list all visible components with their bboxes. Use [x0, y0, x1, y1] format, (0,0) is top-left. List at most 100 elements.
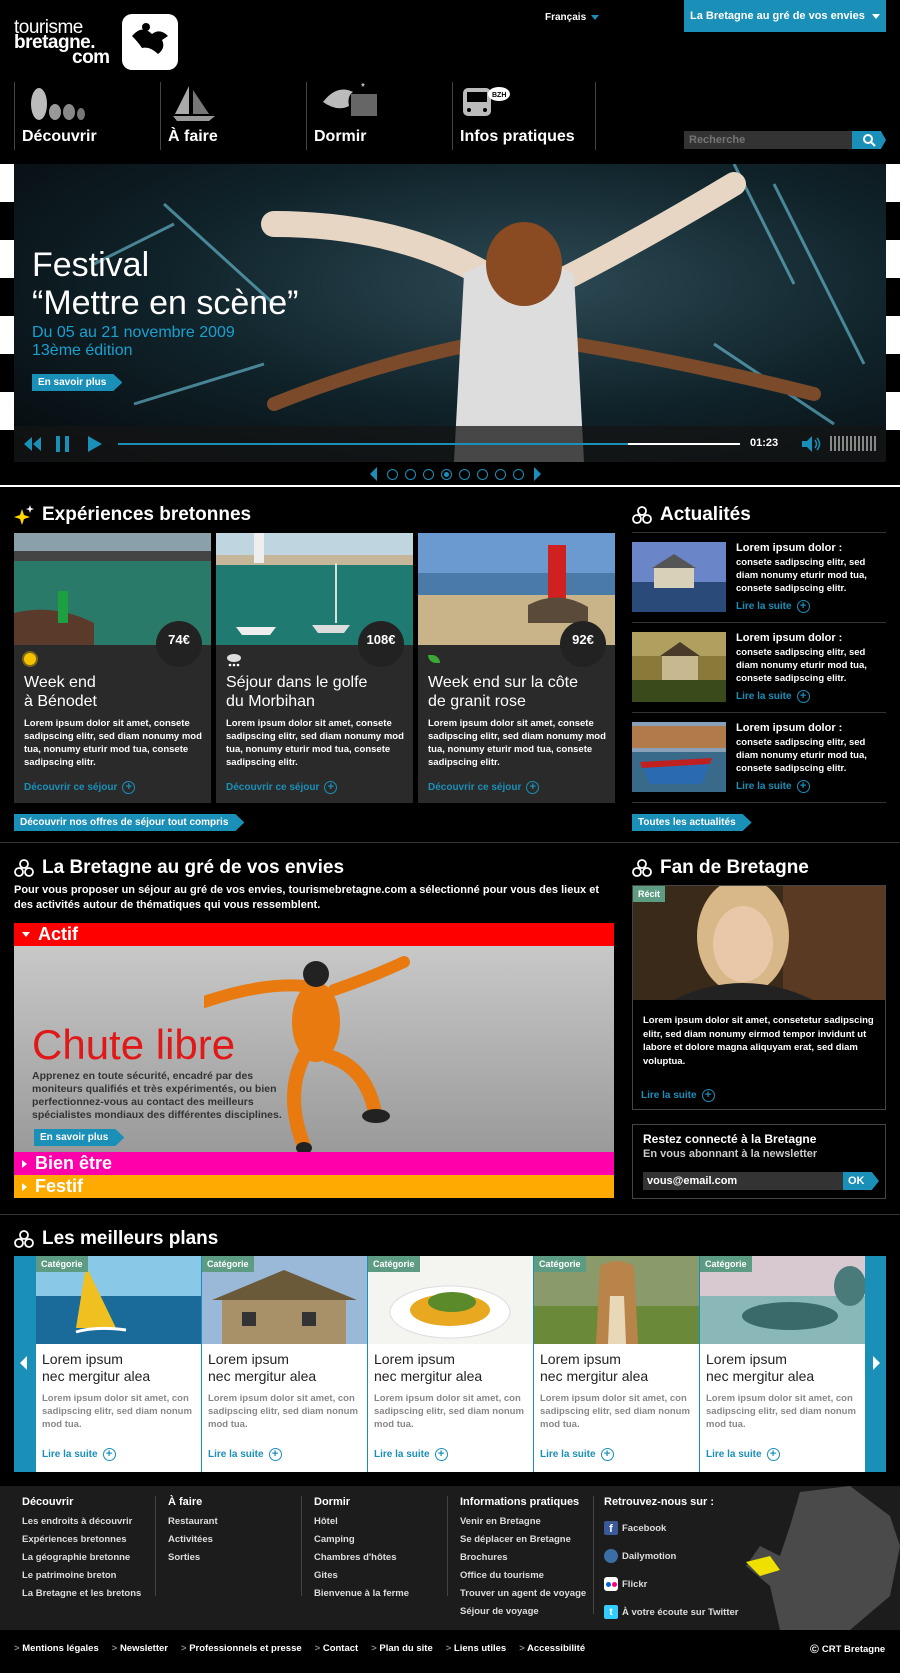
volume-icon[interactable] — [802, 436, 822, 455]
news-photo-castle — [632, 542, 726, 612]
footer-link[interactable]: La géographie bretonne — [22, 1552, 155, 1563]
experience-card[interactable]: 74€ Week end à Bénodet Lorem ipsum dolor… — [14, 533, 211, 803]
chevron-down-icon — [872, 13, 880, 19]
slide-dot[interactable] — [513, 468, 524, 480]
plan-title-2: nec mergitur alea — [208, 1368, 317, 1384]
news-item[interactable]: Lorem ipsum dolor : consete sadipscing e… — [632, 722, 886, 802]
nav-item-infos[interactable]: BZH Infos pratiques — [452, 82, 596, 150]
experience-card[interactable]: 92€ Week end sur la côte de granit rose … — [418, 533, 615, 803]
footer-link[interactable]: Hôtel — [314, 1516, 447, 1527]
plan-card[interactable]: Catégorie Lorem ipsum nec mergitur alea … — [534, 1256, 699, 1472]
footer-link[interactable]: Gites — [314, 1570, 447, 1581]
fan-card[interactable]: Récit Lorem ipsum dolor sit amet, conset… — [632, 878, 886, 1110]
plan-link[interactable]: Lire la suite + — [540, 1448, 614, 1461]
fan-link[interactable]: Lire la suite + — [641, 1089, 715, 1102]
footer-link[interactable]: La Bretagne et les bretons — [22, 1588, 155, 1599]
card-link[interactable]: Découvrir ce séjour + — [428, 781, 540, 794]
news-link[interactable]: Lire la suite + — [736, 780, 810, 793]
bottom-link-label: Contact — [322, 1643, 359, 1654]
tab-bien-etre[interactable]: Bien être — [14, 1152, 614, 1175]
newsletter-ok-button[interactable]: OK — [843, 1172, 879, 1190]
volume-slider[interactable] — [830, 436, 876, 451]
nav-item-a-faire[interactable]: À faire — [160, 82, 306, 150]
footer-link[interactable]: Venir en Bretagne — [460, 1516, 593, 1527]
footer-link[interactable]: Trouver un agent de voyage — [460, 1588, 593, 1599]
plan-link[interactable]: Lire la suite + — [706, 1448, 780, 1461]
bottom-link[interactable]: > Mentions légales — [14, 1643, 99, 1654]
bottom-link[interactable]: > Plan du site — [371, 1643, 433, 1654]
plan-link[interactable]: Lire la suite + — [374, 1448, 448, 1461]
all-news-button[interactable]: Toutes les actualités — [632, 814, 752, 831]
experience-card[interactable]: 108€ Séjour dans le golfe du Morbihan Lo… — [216, 533, 413, 803]
triskell-icon — [14, 1230, 34, 1248]
nav-item-decouvrir[interactable]: Découvrir — [14, 82, 160, 150]
footer-link[interactable]: Le patrimoine breton — [22, 1570, 155, 1581]
plan-link[interactable]: Lire la suite + — [208, 1448, 282, 1461]
bottom-link[interactable]: > Professionnels et presse — [181, 1643, 302, 1654]
footer-link[interactable]: Office du tourisme — [460, 1570, 593, 1581]
envies-dropdown-button[interactable]: La Bretagne au gré de vos envies — [684, 0, 886, 32]
plan-card[interactable]: Catégorie Lorem ipsum nec mergitur alea … — [368, 1256, 533, 1472]
hero-cta-button[interactable]: En savoir plus — [32, 374, 122, 391]
tab-festif[interactable]: Festif — [14, 1175, 614, 1198]
social-flickr[interactable]: Flickr — [604, 1570, 774, 1598]
footer-link[interactable]: Chambres d'hôtes — [314, 1552, 447, 1563]
plan-card[interactable]: Catégorie Lorem ipsum nec mergitur alea … — [700, 1256, 866, 1472]
rewind-icon[interactable] — [24, 437, 42, 454]
social-facebook[interactable]: f Facebook — [604, 1514, 774, 1542]
slide-dot[interactable] — [405, 468, 416, 480]
bottom-link[interactable]: > Liens utiles — [446, 1643, 506, 1654]
search-button[interactable] — [852, 131, 886, 149]
social-dailymotion[interactable]: Dailymotion — [604, 1542, 774, 1570]
footer-heading: À faire — [168, 1496, 203, 1508]
all-stays-button[interactable]: Découvrir nos offres de séjour tout comp… — [14, 814, 244, 831]
sailboat-icon — [169, 84, 219, 125]
search-input[interactable] — [684, 131, 852, 149]
carousel-prev-icon[interactable] — [20, 1356, 27, 1370]
footer-link[interactable]: Se déplacer en Bretagne — [460, 1534, 593, 1545]
news-item[interactable]: Lorem ipsum dolor : consete sadipscing e… — [632, 632, 886, 712]
plan-card[interactable]: Catégorie Lorem ipsum nec mergitur alea … — [36, 1256, 201, 1472]
bottom-link[interactable]: > Contact — [315, 1643, 359, 1654]
feature-cta-button[interactable]: En savoir plus — [34, 1129, 124, 1146]
copyright-icon: © — [810, 1642, 819, 1656]
card-link[interactable]: Découvrir ce séjour + — [226, 781, 338, 794]
next-slide-icon[interactable] — [534, 467, 541, 481]
plan-card[interactable]: Catégorie Lorem ipsum nec mergitur alea … — [202, 1256, 367, 1472]
site-logo[interactable]: tourisme bretagne. com — [14, 14, 180, 70]
bottom-link[interactable]: > Newsletter — [112, 1643, 168, 1654]
news-link[interactable]: Lire la suite + — [736, 600, 810, 613]
category-badge: Catégorie — [700, 1256, 752, 1272]
plan-link[interactable]: Lire la suite + — [42, 1448, 116, 1461]
footer-link[interactable]: Activitées — [168, 1534, 301, 1545]
slide-dot[interactable] — [459, 468, 470, 480]
newsletter-email-input[interactable] — [643, 1172, 843, 1190]
footer-link[interactable]: Brochures — [460, 1552, 593, 1563]
news-link[interactable]: Lire la suite + — [736, 690, 810, 703]
footer-link[interactable]: Restaurant — [168, 1516, 301, 1527]
carousel-next-icon[interactable] — [873, 1356, 880, 1370]
slide-dot[interactable] — [423, 468, 434, 480]
footer-link[interactable]: Séjour de voyage — [460, 1606, 593, 1617]
slide-dot[interactable] — [441, 468, 452, 480]
card-text: Lorem ipsum dolor sit amet, consete sadi… — [428, 718, 606, 768]
language-selector[interactable]: Français — [545, 12, 600, 23]
footer-link[interactable]: Expériences bretonnes — [22, 1534, 155, 1545]
nav-item-dormir[interactable]: * Dormir — [306, 82, 452, 150]
prev-slide-icon[interactable] — [370, 467, 377, 481]
footer-link[interactable]: Sorties — [168, 1552, 301, 1563]
social-twitter[interactable]: t À votre écoute sur Twitter — [604, 1598, 774, 1626]
news-item[interactable]: Lorem ipsum dolor : consete sadipscing e… — [632, 542, 886, 622]
tab-actif[interactable]: Actif — [14, 923, 614, 946]
video-progress-bar[interactable] — [118, 443, 740, 445]
slide-dot[interactable] — [495, 468, 506, 480]
footer-link[interactable]: Bienvenue à la ferme — [314, 1588, 447, 1599]
slide-dot[interactable] — [387, 468, 398, 480]
play-icon[interactable] — [88, 436, 102, 455]
footer-link[interactable]: Les endroits à découvrir — [22, 1516, 155, 1527]
footer-link[interactable]: Camping — [314, 1534, 447, 1545]
slide-dot[interactable] — [477, 468, 488, 480]
bottom-link[interactable]: > Accessibilité — [519, 1643, 585, 1654]
card-link[interactable]: Découvrir ce séjour + — [24, 781, 136, 794]
pause-icon[interactable] — [56, 436, 70, 455]
